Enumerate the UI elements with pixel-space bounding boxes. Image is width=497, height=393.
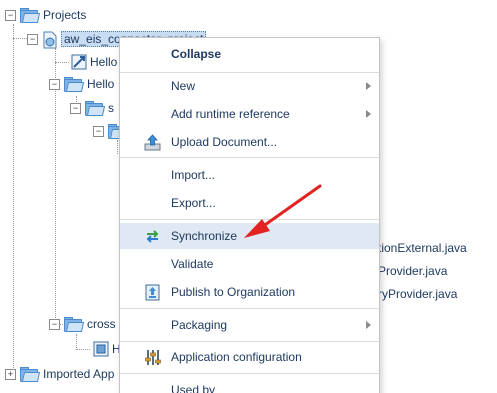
menu-item-export[interactable]: Export... bbox=[120, 190, 379, 216]
tree-row-hello-1[interactable]: Hello bbox=[67, 52, 117, 72]
tree-row-s[interactable]: − s bbox=[70, 98, 114, 118]
tree-row-projects[interactable]: − Projects bbox=[5, 5, 86, 25]
menu-label: Collapse bbox=[171, 47, 222, 61]
tree-row-h[interactable]: H bbox=[89, 339, 121, 359]
collapse-toggle[interactable]: − bbox=[27, 33, 38, 45]
tree-label-imported: Imported App bbox=[43, 367, 115, 381]
tree-row-hello-2[interactable]: − Hello bbox=[49, 74, 114, 94]
menu-item-add-runtime-reference[interactable]: Add runtime reference bbox=[120, 101, 379, 127]
menu-label: Application configuration bbox=[171, 350, 302, 364]
tree-row-cross[interactable]: − cross bbox=[49, 314, 116, 334]
folder-icon bbox=[64, 77, 85, 92]
menu-label: New bbox=[171, 79, 196, 93]
diagram-icon bbox=[71, 54, 87, 70]
folder-icon bbox=[20, 8, 41, 23]
menu-item-new[interactable]: New bbox=[120, 73, 379, 99]
menu-label: Import... bbox=[171, 168, 216, 182]
menu-separator bbox=[120, 219, 379, 220]
menu-item-publish[interactable]: Publish to Organization bbox=[120, 279, 379, 305]
folder-icon bbox=[85, 101, 106, 116]
java-file-icon bbox=[93, 341, 109, 357]
tree-label-s: s bbox=[108, 101, 114, 115]
menu-item-application-configuration[interactable]: Application configuration bbox=[120, 344, 379, 370]
tree-label-cross: cross bbox=[87, 317, 116, 331]
menu-label: Add runtime reference bbox=[171, 107, 290, 121]
configuration-icon bbox=[144, 349, 161, 366]
menu-separator bbox=[120, 373, 379, 374]
tree-label-file-3[interactable]: ryProvider.java bbox=[378, 287, 457, 301]
submenu-arrow-icon bbox=[366, 82, 371, 90]
tree-label-projects: Projects bbox=[43, 8, 87, 22]
menu-label: Synchronize bbox=[171, 229, 238, 243]
menu-separator bbox=[120, 157, 379, 158]
menu-label: Upload Document... bbox=[171, 135, 278, 149]
tree-label-file-1[interactable]: tionExternal.java bbox=[378, 241, 467, 255]
screen: − Projects − aw_eis_connector_project He… bbox=[0, 0, 497, 393]
menu-label: Export... bbox=[171, 196, 216, 210]
tree-line bbox=[76, 349, 90, 351]
tree-label-hello-2: Hello bbox=[87, 77, 115, 91]
publish-icon bbox=[144, 284, 161, 301]
submenu-arrow-icon bbox=[366, 110, 371, 118]
tree-label-hello-1: Hello bbox=[90, 55, 118, 69]
folder-icon bbox=[64, 317, 85, 332]
collapse-toggle[interactable]: − bbox=[49, 318, 60, 330]
menu-item-synchronize[interactable]: Synchronize bbox=[120, 223, 379, 249]
submenu-arrow-icon bbox=[366, 321, 371, 329]
project-icon bbox=[42, 31, 57, 49]
collapse-toggle[interactable]: − bbox=[70, 102, 81, 114]
menu-label: Validate bbox=[171, 257, 214, 271]
tree-line bbox=[76, 334, 78, 350]
menu-label: Used by bbox=[171, 383, 216, 393]
menu-item-upload-document[interactable]: Upload Document... bbox=[120, 129, 379, 155]
menu-separator bbox=[120, 341, 379, 342]
menu-item-collapse[interactable]: Collapse bbox=[120, 41, 379, 67]
tree-line bbox=[13, 24, 15, 372]
expand-toggle[interactable]: + bbox=[5, 368, 16, 380]
menu-item-import[interactable]: Import... bbox=[120, 162, 379, 188]
menu-separator bbox=[120, 308, 379, 309]
menu-item-packaging[interactable]: Packaging bbox=[120, 312, 379, 338]
tree-row-imported[interactable]: + Imported App bbox=[5, 364, 114, 384]
upload-icon bbox=[144, 134, 161, 151]
menu-label: Packaging bbox=[171, 318, 228, 332]
menu-item-used-by[interactable]: Used by bbox=[120, 377, 379, 393]
collapse-toggle[interactable]: − bbox=[5, 9, 16, 21]
menu-item-validate[interactable]: Validate bbox=[120, 251, 379, 277]
context-menu: Collapse New Add runtime reference Uploa… bbox=[119, 37, 380, 393]
collapse-toggle[interactable]: − bbox=[49, 78, 60, 90]
folder-icon bbox=[20, 367, 41, 382]
tree-label-file-2[interactable]: Provider.java bbox=[378, 264, 447, 278]
menu-label: Publish to Organization bbox=[171, 285, 296, 299]
synchronize-icon bbox=[144, 228, 161, 245]
collapse-toggle[interactable]: − bbox=[93, 125, 104, 137]
